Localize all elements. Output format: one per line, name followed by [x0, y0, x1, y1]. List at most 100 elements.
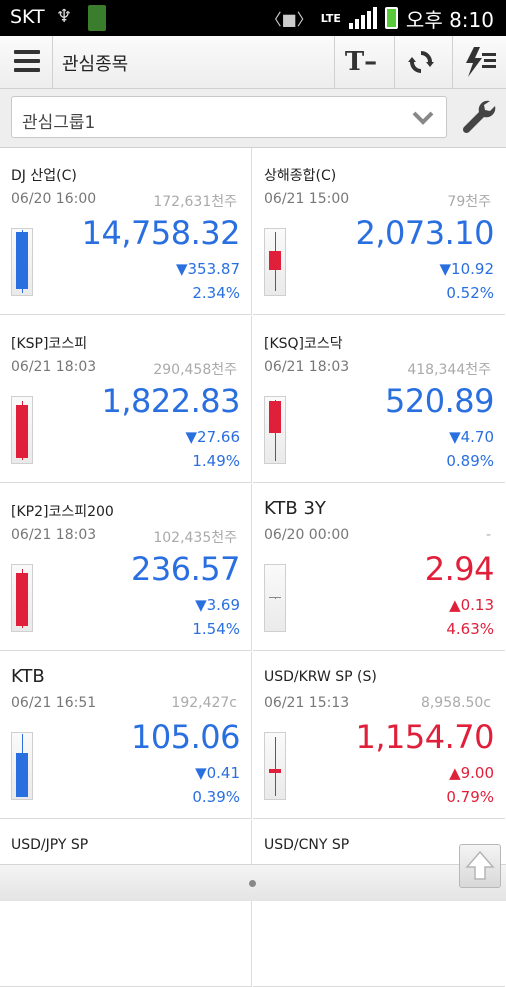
menu-icon[interactable] — [14, 50, 40, 74]
quote-price: 2.94 — [424, 550, 495, 588]
candle-body — [269, 401, 281, 433]
quote-price: 14,758.32 — [81, 214, 241, 252]
quote-tile[interactable]: USD/KRW SP (S) 06/21 15:13 8,958.50c 1,154.… — [253, 652, 505, 819]
quote-change-percent: 1.49% — [192, 452, 240, 470]
quote-price: 2,073.10 — [355, 214, 495, 252]
candle-chart — [264, 732, 286, 800]
quote-change: ▲0.13 — [449, 596, 494, 614]
download-status-icon — [88, 5, 106, 31]
candle-chart — [11, 228, 33, 296]
quote-price: 236.57 — [131, 550, 240, 588]
quote-tile[interactable]: 상해종합(C) 06/21 15:00 79천주 2,073.10 ▼10.92 0.52… — [253, 148, 505, 315]
quote-change-percent: 4.63% — [446, 620, 494, 638]
quote-price: 1,822.83 — [101, 382, 241, 420]
divider — [52, 36, 53, 88]
quote-change: ▼3.69 — [195, 596, 240, 614]
candle-wick — [275, 737, 276, 796]
arrow-up-icon — [465, 850, 495, 880]
quote-tile[interactable]: [KSP]코스피 06/21 18:03 290,458천주 1,822.83 ▼27.… — [0, 316, 252, 483]
signal-icon — [348, 7, 377, 29]
quote-change: ▼353.87 — [175, 260, 240, 278]
quote-change-percent: 0.52% — [446, 284, 494, 302]
vibrate-icon: 〈■〉 — [265, 10, 313, 29]
quote-name: [KSP]코스피 — [11, 336, 88, 352]
quote-name: [KP2]코스피200 — [11, 504, 114, 520]
font-size-button[interactable]: T– — [336, 36, 386, 88]
quote-price: 1,154.70 — [355, 718, 495, 756]
quote-time: 06/21 18:03 — [11, 359, 97, 375]
quote-change-percent: 2.34% — [192, 284, 240, 302]
quote-time: 06/21 16:51 — [11, 695, 97, 711]
quote-change: ▼0.41 — [195, 764, 240, 782]
quote-name: USD/KRW SP (S) — [264, 669, 377, 685]
candle-body — [269, 769, 281, 773]
quote-name: 상해종합(C) — [264, 168, 337, 184]
quote-change-percent: 0.79% — [446, 788, 494, 806]
quote-time: 06/20 00:00 — [264, 527, 350, 543]
quote-tile[interactable]: KTB 3Y 06/20 00:00 - 2.94 ▲0.13 4.63% — [253, 484, 505, 651]
quote-tile[interactable]: USD/JPY SP — [0, 820, 252, 987]
usb-icon: ♆ — [56, 6, 73, 27]
quote-price: 520.89 — [385, 382, 494, 420]
quote-price: 105.06 — [131, 718, 240, 756]
refresh-icon — [408, 51, 434, 73]
divider — [452, 36, 453, 88]
group-selected-label: 관심그룹1 — [22, 113, 96, 133]
carrier-label: SKT — [10, 6, 45, 28]
quote-change-percent: 0.89% — [446, 452, 494, 470]
quote-tile[interactable]: KTB 06/21 16:51 192,427c 105.06 ▼0.41 0.39% — [0, 652, 252, 819]
clock: 오후 8:10 — [405, 7, 494, 32]
quote-name: [KSQ]코스닥 — [264, 336, 343, 352]
quote-change-percent: 1.54% — [192, 620, 240, 638]
quote-volume: 102,435천주 — [153, 530, 237, 546]
candle-chart — [11, 564, 33, 632]
candle-body — [16, 232, 28, 289]
candle-chart — [264, 396, 286, 464]
quote-tile[interactable]: [KP2]코스피200 06/21 18:03 102,435천주 236.57 ▼3.… — [0, 484, 252, 651]
quote-tile[interactable]: [KSQ]코스닥 06/21 18:03 418,344천주 520.89 ▼4.70 0… — [253, 316, 505, 483]
quote-volume: 192,427c — [171, 695, 237, 711]
quote-volume: 79천주 — [447, 194, 491, 210]
quote-change: ▼4.70 — [449, 428, 494, 446]
quote-time: 06/21 18:03 — [264, 359, 350, 375]
group-dropdown[interactable]: 관심그룹1 — [11, 96, 447, 138]
quote-time: 06/20 16:00 — [11, 191, 97, 207]
lte-icon: LTE — [320, 11, 341, 25]
quote-change-percent: 0.39% — [192, 788, 240, 806]
quote-volume: 290,458천주 — [153, 362, 237, 378]
quote-volume: 418,344천주 — [407, 362, 491, 378]
refresh-button[interactable] — [396, 36, 446, 88]
quote-change: ▲9.00 — [449, 764, 494, 782]
candle-chart — [11, 732, 33, 800]
candle-body — [269, 251, 281, 270]
candle-chart — [264, 564, 286, 632]
quote-change: ▼27.66 — [185, 428, 240, 446]
flash-order-button[interactable] — [455, 36, 505, 88]
quote-change: ▼10.92 — [439, 260, 494, 278]
quote-name: KTB 3Y — [264, 498, 326, 519]
candle-body — [16, 573, 28, 626]
page-indicator — [249, 880, 256, 887]
quote-time: 06/21 15:13 — [264, 695, 350, 711]
quote-name: USD/CNY SP — [264, 837, 350, 853]
quote-time: 06/21 18:03 — [11, 527, 97, 543]
app-bar: 관심종목 T– — [0, 36, 506, 89]
quote-volume: 172,631천주 — [153, 194, 237, 210]
battery-icon — [384, 7, 398, 29]
candle-wick — [275, 598, 276, 599]
group-selector-row: 관심그룹1 — [0, 89, 506, 148]
scroll-top-button[interactable] — [459, 844, 501, 888]
candle-body — [16, 405, 28, 458]
quote-name: DJ 산업(C) — [11, 168, 77, 184]
divider — [334, 36, 335, 88]
flash-order-icon — [466, 47, 496, 77]
wrench-icon[interactable] — [460, 97, 498, 137]
bottom-bar — [0, 864, 506, 901]
page-title: 관심종목 — [62, 54, 129, 75]
quote-name: KTB — [11, 666, 45, 687]
status-bar: SKT ♆ 〈■〉 LTE 오후 8:10 — [0, 0, 506, 36]
candle-body — [269, 597, 281, 598]
candle-chart — [264, 228, 286, 296]
quote-tile[interactable]: DJ 산업(C) 06/20 16:00 172,631천주 14,758.32 ▼35… — [0, 148, 252, 315]
quote-volume: 8,958.50c — [420, 695, 491, 711]
